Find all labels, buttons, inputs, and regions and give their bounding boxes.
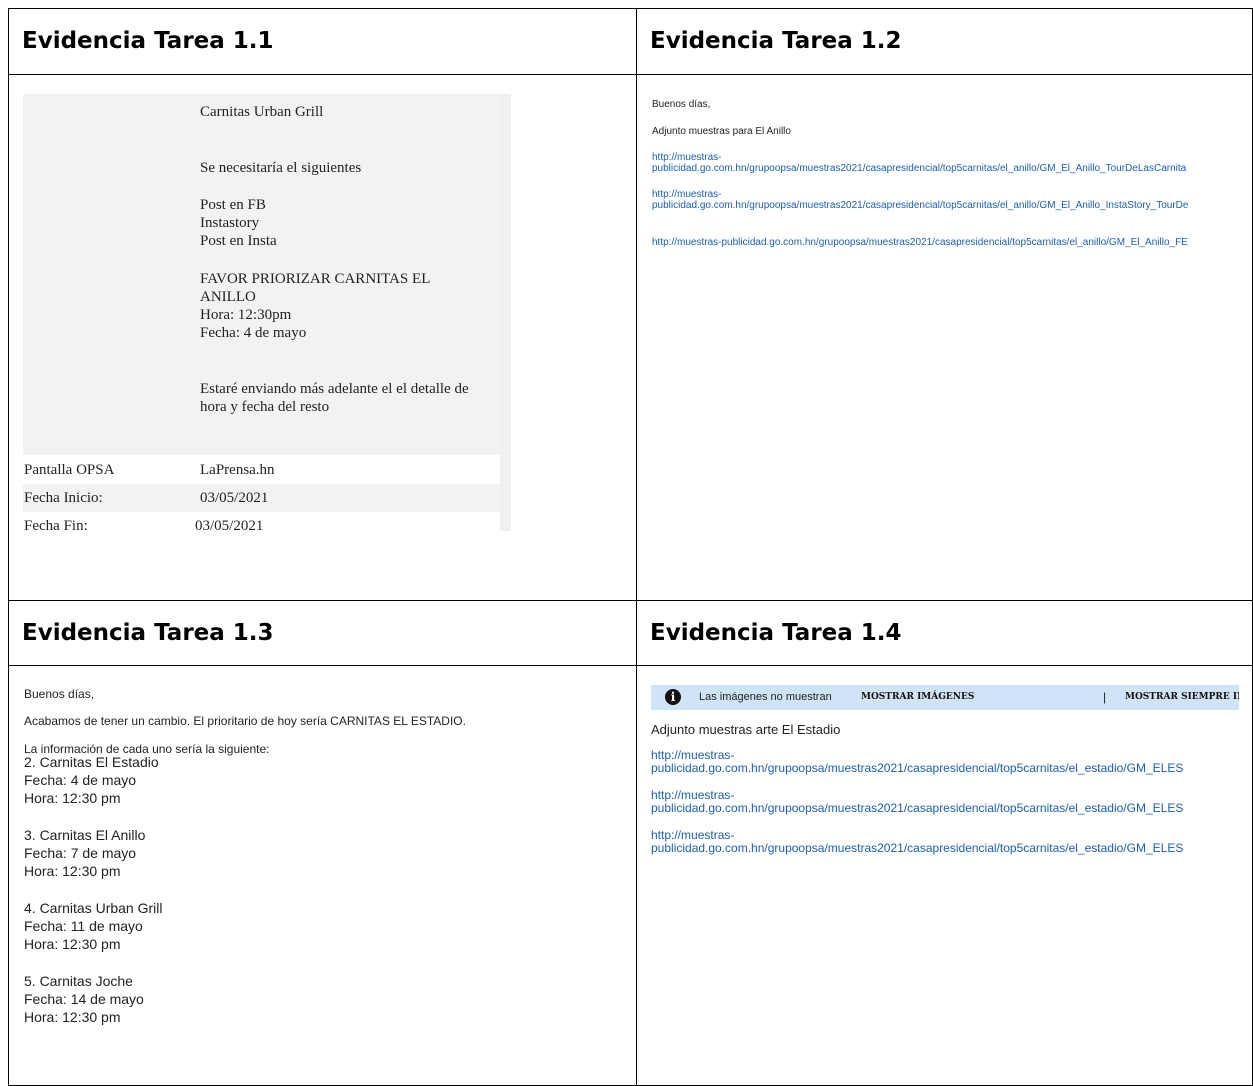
schedule-item-date: Fecha: 14 de mayo xyxy=(24,991,144,1007)
header-divider-2 xyxy=(8,665,1253,666)
link-line[interactable]: publicidad.go.com.hn/grupoopsa/muestras2… xyxy=(651,762,1183,775)
table-border-left xyxy=(8,8,9,1086)
banner-message: Las imágenes no muestran xyxy=(699,691,832,703)
link-line[interactable]: publicidad.go.com.hn/grupoopsa/muestras2… xyxy=(651,802,1183,815)
evidence-1-1-screenshot: Carnitas Urban Grill Se necesitaría el s… xyxy=(23,94,511,531)
evidence-1-3-screenshot: Buenos días, Acabamos de tener un cambio… xyxy=(24,685,624,1085)
email-line: FAVOR PRIORIZAR CARNITAS EL xyxy=(200,271,431,287)
info-value: LaPrensa.hn xyxy=(200,462,275,478)
header-divider-1 xyxy=(8,74,1253,75)
intro-text: Adjunto muestras arte El Estadio xyxy=(651,722,841,737)
schedule-item-date: Fecha: 7 de mayo xyxy=(24,845,137,861)
schedule-item-time: Hora: 12:30 pm xyxy=(24,790,121,806)
greeting: Buenos días, xyxy=(24,687,95,701)
email-line: Instastory xyxy=(200,215,260,231)
schedule-item-time: Hora: 12:30 pm xyxy=(24,863,121,879)
schedule-item-name: 3. Carnitas El Anillo xyxy=(24,827,146,843)
link-line[interactable]: http://muestras- xyxy=(652,152,721,163)
info-label: Pantalla OPSA xyxy=(24,462,115,478)
evidence-1-2-screenshot: Buenos días, Adjunto muestras para El An… xyxy=(652,96,1212,266)
schedule-item-name: 4. Carnitas Urban Grill xyxy=(24,900,163,916)
show-images-button[interactable]: MOSTRAR IMÁGENES xyxy=(861,692,974,702)
cell-title-1-3: Evidencia Tarea 1.3 xyxy=(22,620,274,646)
email-line: Estaré enviando más adelante el el detal… xyxy=(200,381,469,397)
link-line[interactable]: publicidad.go.com.hn/grupoopsa/muestras2… xyxy=(651,842,1183,855)
info-label: Fecha Inicio: xyxy=(24,490,103,506)
cell-title-1-4: Evidencia Tarea 1.4 xyxy=(650,620,902,646)
info-icon: i xyxy=(665,689,681,705)
table-border-top xyxy=(8,8,1253,9)
link-line[interactable]: publicidad.go.com.hn/grupoopsa/muestras2… xyxy=(652,163,1186,174)
link-line[interactable]: http://muestras- xyxy=(652,189,721,200)
link-line[interactable]: publicidad.go.com.hn/grupoopsa/muestras2… xyxy=(652,200,1188,211)
info-row: Fecha Inicio: 03/05/2021 xyxy=(23,484,500,512)
column-divider xyxy=(636,8,637,1086)
schedule-item-date: Fecha: 11 de mayo xyxy=(24,918,143,934)
email-line: ANILLO xyxy=(200,289,256,305)
cell-title-1-1: Evidencia Tarea 1.1 xyxy=(22,28,274,54)
link-line[interactable]: http://muestras-publicidad.go.com.hn/gru… xyxy=(652,237,1188,248)
schedule-item-name: 5. Carnitas Joche xyxy=(24,973,133,989)
schedule-item-time: Hora: 12:30 pm xyxy=(24,1009,121,1025)
schedule-item-date: Fecha: 4 de mayo xyxy=(24,772,137,788)
email-line: Hora: 12:30pm xyxy=(200,307,292,323)
email-line: Post en Insta xyxy=(200,233,277,249)
always-show-images-button[interactable]: MOSTRAR SIEMPRE IMÁGENES A ESTE REMITENT… xyxy=(1125,692,1239,702)
scrollbar[interactable] xyxy=(500,94,511,531)
intro-text: Adjunto muestras para El Anillo xyxy=(652,126,791,137)
email-line: hora y fecha del resto xyxy=(200,399,330,415)
info-row: Fecha Fin: 03/05/2021 xyxy=(23,512,500,531)
schedule-item-name: 2. Carnitas El Estadio xyxy=(24,754,159,770)
email-line: Fecha: 4 de mayo xyxy=(200,325,307,341)
change-text: Acabamos de tener un cambio. El priorita… xyxy=(24,714,466,728)
banner-separator: | xyxy=(1103,690,1107,704)
row-divider xyxy=(8,600,1253,601)
images-blocked-banner: i Las imágenes no muestran MOSTRAR IMÁGE… xyxy=(651,685,1239,710)
email-line: Se necesitaría el siguientes xyxy=(200,160,362,176)
info-value: 03/05/2021 xyxy=(200,490,269,506)
info-label: Fecha Fin: xyxy=(24,518,88,531)
evidence-1-4-screenshot: i Las imágenes no muestran MOSTRAR IMÁGE… xyxy=(651,685,1239,885)
cell-title-1-2: Evidencia Tarea 1.2 xyxy=(650,28,902,54)
greeting: Buenos días, xyxy=(652,99,711,110)
info-value: 03/05/2021 xyxy=(195,518,264,531)
email-line: Post en FB xyxy=(200,197,266,213)
email-line: Carnitas Urban Grill xyxy=(200,104,324,120)
schedule-item-time: Hora: 12:30 pm xyxy=(24,936,121,952)
info-row: Pantalla OPSA LaPrensa.hn xyxy=(23,456,500,484)
